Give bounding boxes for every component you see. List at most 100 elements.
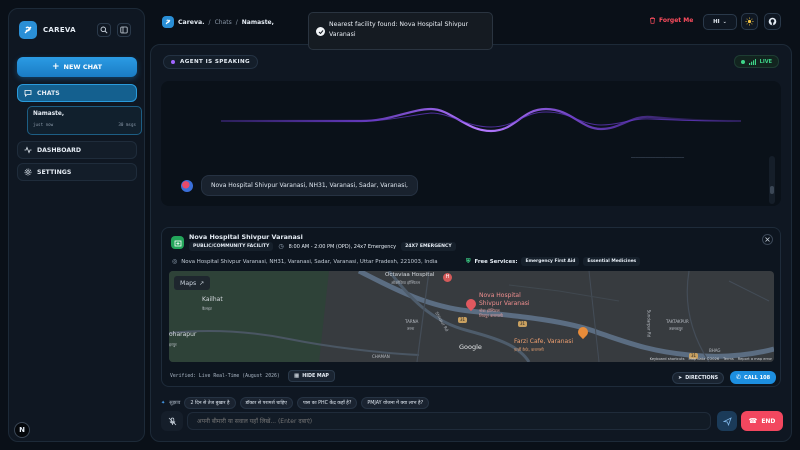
map-label-octavia: Octaviaa Hospital	[385, 272, 435, 278]
facility-type-badge: PUBLIC/COMMUNITY FACILITY	[189, 242, 274, 251]
breadcrumb: Careva. / Chats / Namaste,	[162, 16, 274, 28]
service-tag: Essential Medicines	[583, 257, 641, 266]
road-shield-icon: 31	[518, 321, 527, 327]
trash-icon	[650, 17, 655, 24]
message-input[interactable]	[187, 412, 711, 430]
hide-map-button[interactable]: ▦ HIDE MAP	[288, 370, 335, 382]
suggestion-chip[interactable]: PMJAY योजना में क्या लाभ है?	[361, 397, 430, 409]
emergency-badge: 24X7 EMERGENCY	[401, 242, 456, 251]
map-label-tarna-hi: तरना	[407, 326, 415, 331]
send-button[interactable]	[717, 411, 737, 431]
chat-icon	[24, 90, 32, 97]
activity-icon	[24, 146, 32, 154]
facility-address: Nova Hospital Shivpur Varanasi, NH31, Va…	[181, 258, 438, 265]
phone-off-icon: ☎	[748, 417, 758, 425]
speaking-dot-icon	[171, 60, 175, 64]
report-error-link[interactable]: Report a map error	[738, 357, 772, 361]
nav-dashboard[interactable]: DASHBOARD	[17, 141, 137, 159]
check-circle-icon	[316, 27, 325, 36]
search-icon[interactable]	[97, 23, 111, 37]
live-label: LIVE	[759, 58, 772, 65]
call-button[interactable]: ✆ CALL 108	[730, 371, 777, 384]
mic-off-icon	[168, 417, 176, 425]
transcript-scrollbar[interactable]	[769, 156, 775, 204]
agent-message-bubble: Nova Hospital Shivpur Varanasi, NH31, Va…	[201, 175, 418, 196]
breadcrumb-current: Namaste,	[241, 18, 274, 26]
map-label-nova-hi2: शिवपुर वाराणसी	[479, 313, 503, 318]
chevron-down-icon: ⌄	[722, 19, 727, 25]
breadcrumb-brand[interactable]: Careva.	[178, 19, 205, 26]
composer: ☎ END	[161, 411, 786, 431]
agent-status-label: AGENT IS SPEAKING	[180, 59, 251, 65]
service-tag: Emergency First Aid	[521, 257, 580, 266]
breadcrumb-chats[interactable]: Chats	[215, 19, 232, 26]
directions-button[interactable]: ➤ DIRECTIONS	[672, 372, 725, 384]
map-label-kailhat: Kailhat	[202, 296, 223, 303]
theme-toggle-button[interactable]	[741, 13, 758, 30]
call-label: CALL 108	[744, 374, 771, 381]
keyboard-shortcuts-link[interactable]: Keyboard shortcuts	[650, 357, 685, 361]
hospital-marker-icon[interactable]: H	[443, 273, 452, 282]
map-label-dharapur: oharapur	[169, 331, 197, 338]
new-chat-button[interactable]: + NEW CHAT	[17, 57, 137, 77]
nav-settings[interactable]: SETTINGS	[17, 163, 137, 181]
toast-notification: Nearest facility found: Nova Hospital Sh…	[308, 12, 493, 50]
next-badge[interactable]: N	[14, 422, 30, 438]
free-services-label: Free Services:	[474, 258, 518, 265]
terms-link[interactable]: Terms	[723, 357, 734, 361]
end-call-button[interactable]: ☎ END	[741, 411, 783, 431]
main-panel: AGENT IS SPEAKING LIVE ━━━━━━━━━━━━━━━━━…	[150, 44, 792, 442]
toast-message: Nearest facility found: Nova Hospital Sh…	[329, 21, 469, 38]
sun-icon	[745, 17, 754, 26]
nav-chats[interactable]: CHATS	[17, 84, 137, 102]
live-badge: LIVE	[733, 55, 779, 68]
new-chat-label: NEW CHAT	[63, 63, 103, 71]
suggestion-chip[interactable]: 2 दिन से तेज बुखार है	[184, 397, 236, 409]
github-button[interactable]	[764, 13, 781, 30]
language-select[interactable]: HI ⌄	[703, 14, 737, 30]
open-in-maps-button[interactable]: Maps ↗	[174, 276, 211, 290]
map-label-taktakpur: TAKTAKPUR	[666, 319, 689, 324]
agent-avatar	[181, 179, 193, 192]
breadcrumb-separator: /	[235, 18, 238, 26]
suggestions-row: ✦ सुझाव 2 दिन से तेज बुखार है डॉक्टर से …	[161, 397, 430, 409]
collapse-sidebar-icon[interactable]	[117, 23, 131, 37]
agent-message: Nova Hospital Shivpur Varanasi, NH31, Va…	[181, 175, 418, 196]
map-label-chaman: CHAMAN	[372, 354, 390, 359]
clock-icon: ◷	[278, 243, 284, 250]
careva-logo-icon	[19, 21, 37, 39]
map-label-octavia-hi: ऑक्टेविया हॉस्पिटल	[391, 280, 420, 285]
suggestion-chip[interactable]: डॉक्टर से परामर्श चाहिए	[239, 397, 293, 409]
google-logo: Google	[459, 343, 482, 351]
suggestion-chip[interactable]: पास का PHC केंद्र कहाँ है?	[296, 397, 358, 409]
map-label-kailhat-hi: कैलहट	[202, 306, 212, 311]
live-dot-icon	[740, 59, 745, 64]
navigation-arrow-icon: ➤	[678, 375, 683, 381]
mic-off-button[interactable]	[161, 411, 183, 431]
chat-list-item[interactable]: Namaste, just now 30 msgs	[27, 106, 142, 135]
external-link-icon: ↗	[199, 279, 205, 287]
map-attribution: Keyboard shortcuts Map data ©2026 Terms …	[650, 357, 772, 361]
hide-map-label: HIDE MAP	[302, 373, 329, 379]
map-label-nova2: Shivpur Varanasi	[479, 300, 530, 307]
close-icon[interactable]	[762, 234, 773, 245]
breadcrumb-separator: /	[208, 18, 211, 26]
directions-label: DIRECTIONS	[685, 375, 719, 381]
gear-icon	[24, 168, 32, 176]
github-icon	[768, 17, 777, 26]
map-label-sundarpur: Sundarpur Rd	[646, 309, 652, 338]
map-label-dharapur-hi: हरपुर	[169, 342, 177, 347]
verified-note: Verified: Live Real-Time (August 2026)	[170, 374, 280, 379]
facility-name: Nova Hospital Shivpur Varanasi	[189, 233, 303, 241]
brand[interactable]: CAREVA	[19, 21, 76, 39]
brand-name: CAREVA	[43, 26, 76, 34]
chat-title: Namaste,	[33, 111, 65, 117]
map-view[interactable]: Maps ↗ Kailhat कैलहट oharapur हरपुर Octa…	[169, 271, 774, 362]
agent-status-badge: AGENT IS SPEAKING	[163, 55, 259, 69]
forget-me-button[interactable]: Forget Me	[649, 17, 693, 24]
faded-transcript: ━━━━━━━━━━━━━━━━━━━━━━	[631, 155, 684, 160]
map-label-farzi-hi: फ़र्ज़ी कैफ़े, वाराणसी	[514, 347, 544, 352]
end-label: END	[761, 417, 776, 425]
map-label-farzi: Farzi Cafe, Varanasi	[514, 338, 573, 345]
sparkle-icon: ✦	[161, 400, 166, 406]
